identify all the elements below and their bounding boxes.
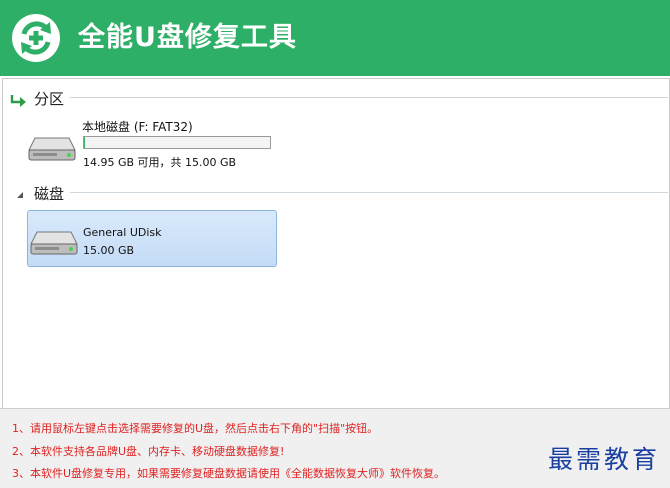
watermark: 最需教育 <box>548 445 661 474</box>
app-title: 全能U盘修复工具 <box>78 22 297 53</box>
usage-fill <box>84 137 85 148</box>
disk-name[interactable]: General UDisk <box>83 226 162 239</box>
tip-2: 2、本软件支持各品牌U盘、内存卡、移动硬盘数据修复! <box>12 445 285 458</box>
partition-group-label: 分区 <box>34 90 65 108</box>
partition-group-header[interactable]: 分区 <box>10 88 668 110</box>
disk-group-header[interactable]: 磁盘 <box>10 183 668 205</box>
usage-progress-bar <box>83 136 271 149</box>
partition-item[interactable]: 本地磁盘 (F: FAT32) <box>82 118 193 135</box>
divider <box>70 97 668 98</box>
disk-size: 15.00 GB <box>83 244 135 257</box>
tip-3: 3、本软件U盘修复专用，如果需要修复硬盘数据请使用《全能数据恢复大师》软件恢复。 <box>12 467 446 480</box>
partition-size-text: 14.95 GB 可用，共 15.00 GB <box>83 156 237 169</box>
triangle-collapse-icon[interactable] <box>10 188 28 202</box>
app-logo-icon <box>12 14 60 62</box>
tip-1: 1、请用鼠标左键点击选择需要修复的U盘，然后点击右下角的"扫描"按钮。 <box>12 422 379 435</box>
divider <box>70 192 668 193</box>
title-bar: 全能U盘修复工具 <box>0 0 670 76</box>
disk-group-label: 磁盘 <box>34 185 65 203</box>
green-arrow-icon[interactable] <box>10 93 28 107</box>
hard-drive-icon <box>30 231 78 255</box>
hard-drive-icon <box>28 137 76 161</box>
